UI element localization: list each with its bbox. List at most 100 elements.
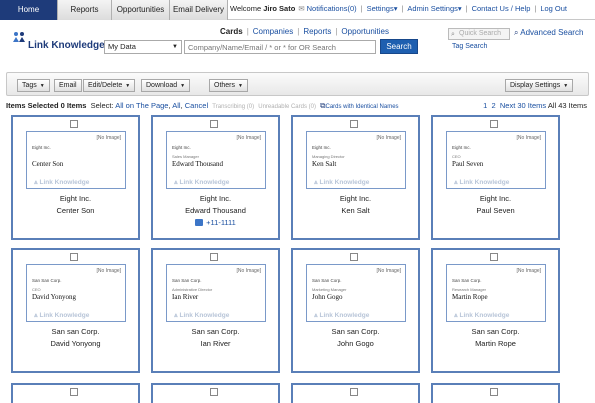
page-link-1[interactable]: 1 — [483, 101, 487, 110]
contact-help-link[interactable]: Contact Us / Help — [472, 0, 531, 20]
next-page-link[interactable]: Next 30 Items — [500, 101, 546, 110]
selected-count: Items Selected 0 Items — [6, 101, 87, 110]
section-tab-reports[interactable]: Reports — [303, 27, 331, 36]
tags-label: Tags — [22, 82, 37, 89]
database-select[interactable]: My Data ▼ — [104, 40, 182, 54]
card-checkbox[interactable] — [70, 120, 78, 128]
card-thumbnail[interactable]: [No Image] Eight Inc. Managing Director Ken… — [306, 131, 406, 189]
user-name: Jiro Sato — [263, 4, 296, 13]
notifications-link[interactable]: Notifications(0) — [307, 0, 357, 20]
selection-bar: Items Selected 0 Items Select: All on Th… — [6, 101, 587, 110]
thumbnail-company: San San Corp. — [312, 278, 342, 283]
nav-tab-home[interactable]: Home — [0, 0, 58, 20]
others-button[interactable]: Others ▼ — [209, 79, 248, 92]
no-image-label: [No Image] — [236, 268, 261, 274]
user-menu: Welcome Jiro Sato ✉ Notifications(0) | S… — [230, 0, 567, 20]
nav-tab-email-delivery[interactable]: Email Delivery — [170, 0, 228, 20]
select-all-link[interactable]: All — [172, 101, 180, 110]
nav-tab-reports[interactable]: Reports — [58, 0, 112, 20]
thumbnail-name: Edward Thousand — [172, 160, 223, 168]
card-checkbox[interactable] — [210, 388, 218, 396]
admin-settings-menu[interactable]: Admin Settings▾ — [407, 0, 461, 20]
others-label: Others — [214, 82, 236, 89]
card-checkbox[interactable] — [350, 253, 358, 261]
business-card[interactable]: [No Image] Eight Inc. Center Son ⩓ Link Kno… — [11, 115, 140, 240]
card-company: Eight Inc. — [199, 194, 232, 203]
thumbnail-name: Paul Seven — [452, 160, 484, 168]
card-checkbox[interactable] — [350, 120, 358, 128]
advanced-search-label: Advanced Search — [520, 28, 584, 37]
card-phone[interactable]: +11-1111 — [153, 218, 278, 227]
card-company: San san Corp. — [51, 327, 100, 336]
tags-button[interactable]: Tags ▼ — [17, 79, 50, 92]
logo[interactable]: Link Knowledge — [12, 31, 105, 51]
nav-tab-opportunities[interactable]: Opportunities — [112, 0, 170, 20]
card-checkbox[interactable] — [210, 253, 218, 261]
business-card[interactable]: [No Image] San San Corp. Marketing Manager… — [291, 248, 420, 373]
total-items: All 43 Items — [547, 101, 587, 110]
thumbnail-name: Center Son — [32, 160, 64, 168]
cancel-selection-link[interactable]: Cancel — [185, 101, 208, 110]
card-person-name: Ken Salt — [341, 206, 370, 215]
card-thumbnail[interactable]: [No Image] San San Corp. CEO David Yonyong ⩓… — [26, 264, 126, 322]
watermark: ⩓ Link Knowledge — [174, 311, 229, 321]
card-thumbnail[interactable]: [No Image] San San Corp. Research Manager M… — [446, 264, 546, 322]
card-partial[interactable] — [11, 383, 140, 403]
section-tab-opportunities[interactable]: Opportunities — [341, 27, 389, 36]
watermark-text: Link Knowledge — [459, 179, 510, 186]
card-checkbox[interactable] — [490, 388, 498, 396]
business-card[interactable]: [No Image] San San Corp. Administrative Di… — [151, 248, 280, 373]
card-partial[interactable] — [291, 383, 420, 403]
card-thumbnail[interactable]: [No Image] San San Corp. Marketing Manager… — [306, 264, 406, 322]
card-checkbox[interactable] — [210, 120, 218, 128]
select-all-on-page-link[interactable]: All on The Page — [115, 101, 168, 110]
page-link-2[interactable]: 2 — [492, 101, 496, 110]
card-checkbox[interactable] — [70, 388, 78, 396]
thumbnail-company: Eight Inc. — [172, 145, 191, 150]
card-person-name: Paul Seven — [476, 206, 515, 215]
email-button[interactable]: Email — [54, 79, 82, 92]
logout-link[interactable]: Log Out — [540, 0, 567, 20]
card-partial[interactable] — [431, 383, 560, 403]
thumbnail-title: Research Manager — [452, 287, 487, 292]
envelope-icon: ✉ — [298, 4, 305, 13]
separator: | — [465, 4, 468, 13]
advanced-search-link[interactable]: ⌕ Advanced Search — [514, 28, 583, 38]
card-thumbnail[interactable]: [No Image] San San Corp. Administrative Di… — [166, 264, 266, 322]
business-card[interactable]: [No Image] San San Corp. Research Manager M… — [431, 248, 560, 373]
section-tab-cards[interactable]: Cards — [220, 27, 243, 36]
card-person-name: David Yonyong — [50, 339, 101, 348]
card-checkbox[interactable] — [350, 388, 358, 396]
separator: | — [401, 4, 404, 13]
business-card[interactable]: [No Image] Eight Inc. Sales Manager Edward … — [151, 115, 280, 240]
card-thumbnail[interactable]: [No Image] Eight Inc. Sales Manager Edward … — [166, 131, 266, 189]
display-settings-label: Display Settings — [510, 82, 561, 89]
card-checkbox[interactable] — [70, 253, 78, 261]
action-toolbar: Tags ▼ Email Edit/Delete ▼ Download ▼ Other… — [6, 72, 589, 96]
search-button[interactable]: Search — [380, 39, 418, 54]
pagination: 1 2 Next 30 Items All 43 Items — [483, 101, 587, 110]
watermark: ⩓ Link Knowledge — [314, 311, 369, 321]
card-partial[interactable] — [151, 383, 280, 403]
business-card[interactable]: [No Image] San San Corp. CEO David Yonyong ⩓… — [11, 248, 140, 373]
card-checkbox[interactable] — [490, 253, 498, 261]
unreadable-cards-status: Unreadable Cards (0) — [258, 104, 316, 110]
download-button[interactable]: Download ▼ — [141, 79, 191, 92]
edit-delete-button[interactable]: Edit/Delete ▼ — [83, 79, 136, 92]
settings-menu[interactable]: Settings▾ — [367, 0, 398, 20]
card-checkbox[interactable] — [490, 120, 498, 128]
section-tab-companies[interactable]: Companies — [253, 27, 293, 36]
business-card[interactable]: [No Image] Eight Inc. Managing Director Ken… — [291, 115, 420, 240]
business-card[interactable]: [No Image] Eight Inc. CEO Paul Seven ⩓ Link … — [431, 115, 560, 240]
thumbnail-company: San San Corp. — [452, 278, 482, 283]
no-image-label: [No Image] — [96, 268, 121, 274]
watermark: ⩓ Link Knowledge — [174, 178, 229, 188]
display-settings-button[interactable]: Display Settings ▼ — [505, 79, 574, 92]
identical-names-link[interactable]: Cards with Identical Names — [326, 104, 399, 110]
card-thumbnail[interactable]: [No Image] Eight Inc. Center Son ⩓ Link Kno… — [26, 131, 126, 189]
card-thumbnail[interactable]: [No Image] Eight Inc. CEO Paul Seven ⩓ Link … — [446, 131, 546, 189]
tag-search-link[interactable]: Tag Search — [452, 43, 487, 50]
card-company: Eight Inc. — [339, 194, 372, 203]
quick-search-input[interactable]: ⌕ Quick Search — [448, 28, 510, 40]
search-input[interactable] — [184, 40, 376, 54]
